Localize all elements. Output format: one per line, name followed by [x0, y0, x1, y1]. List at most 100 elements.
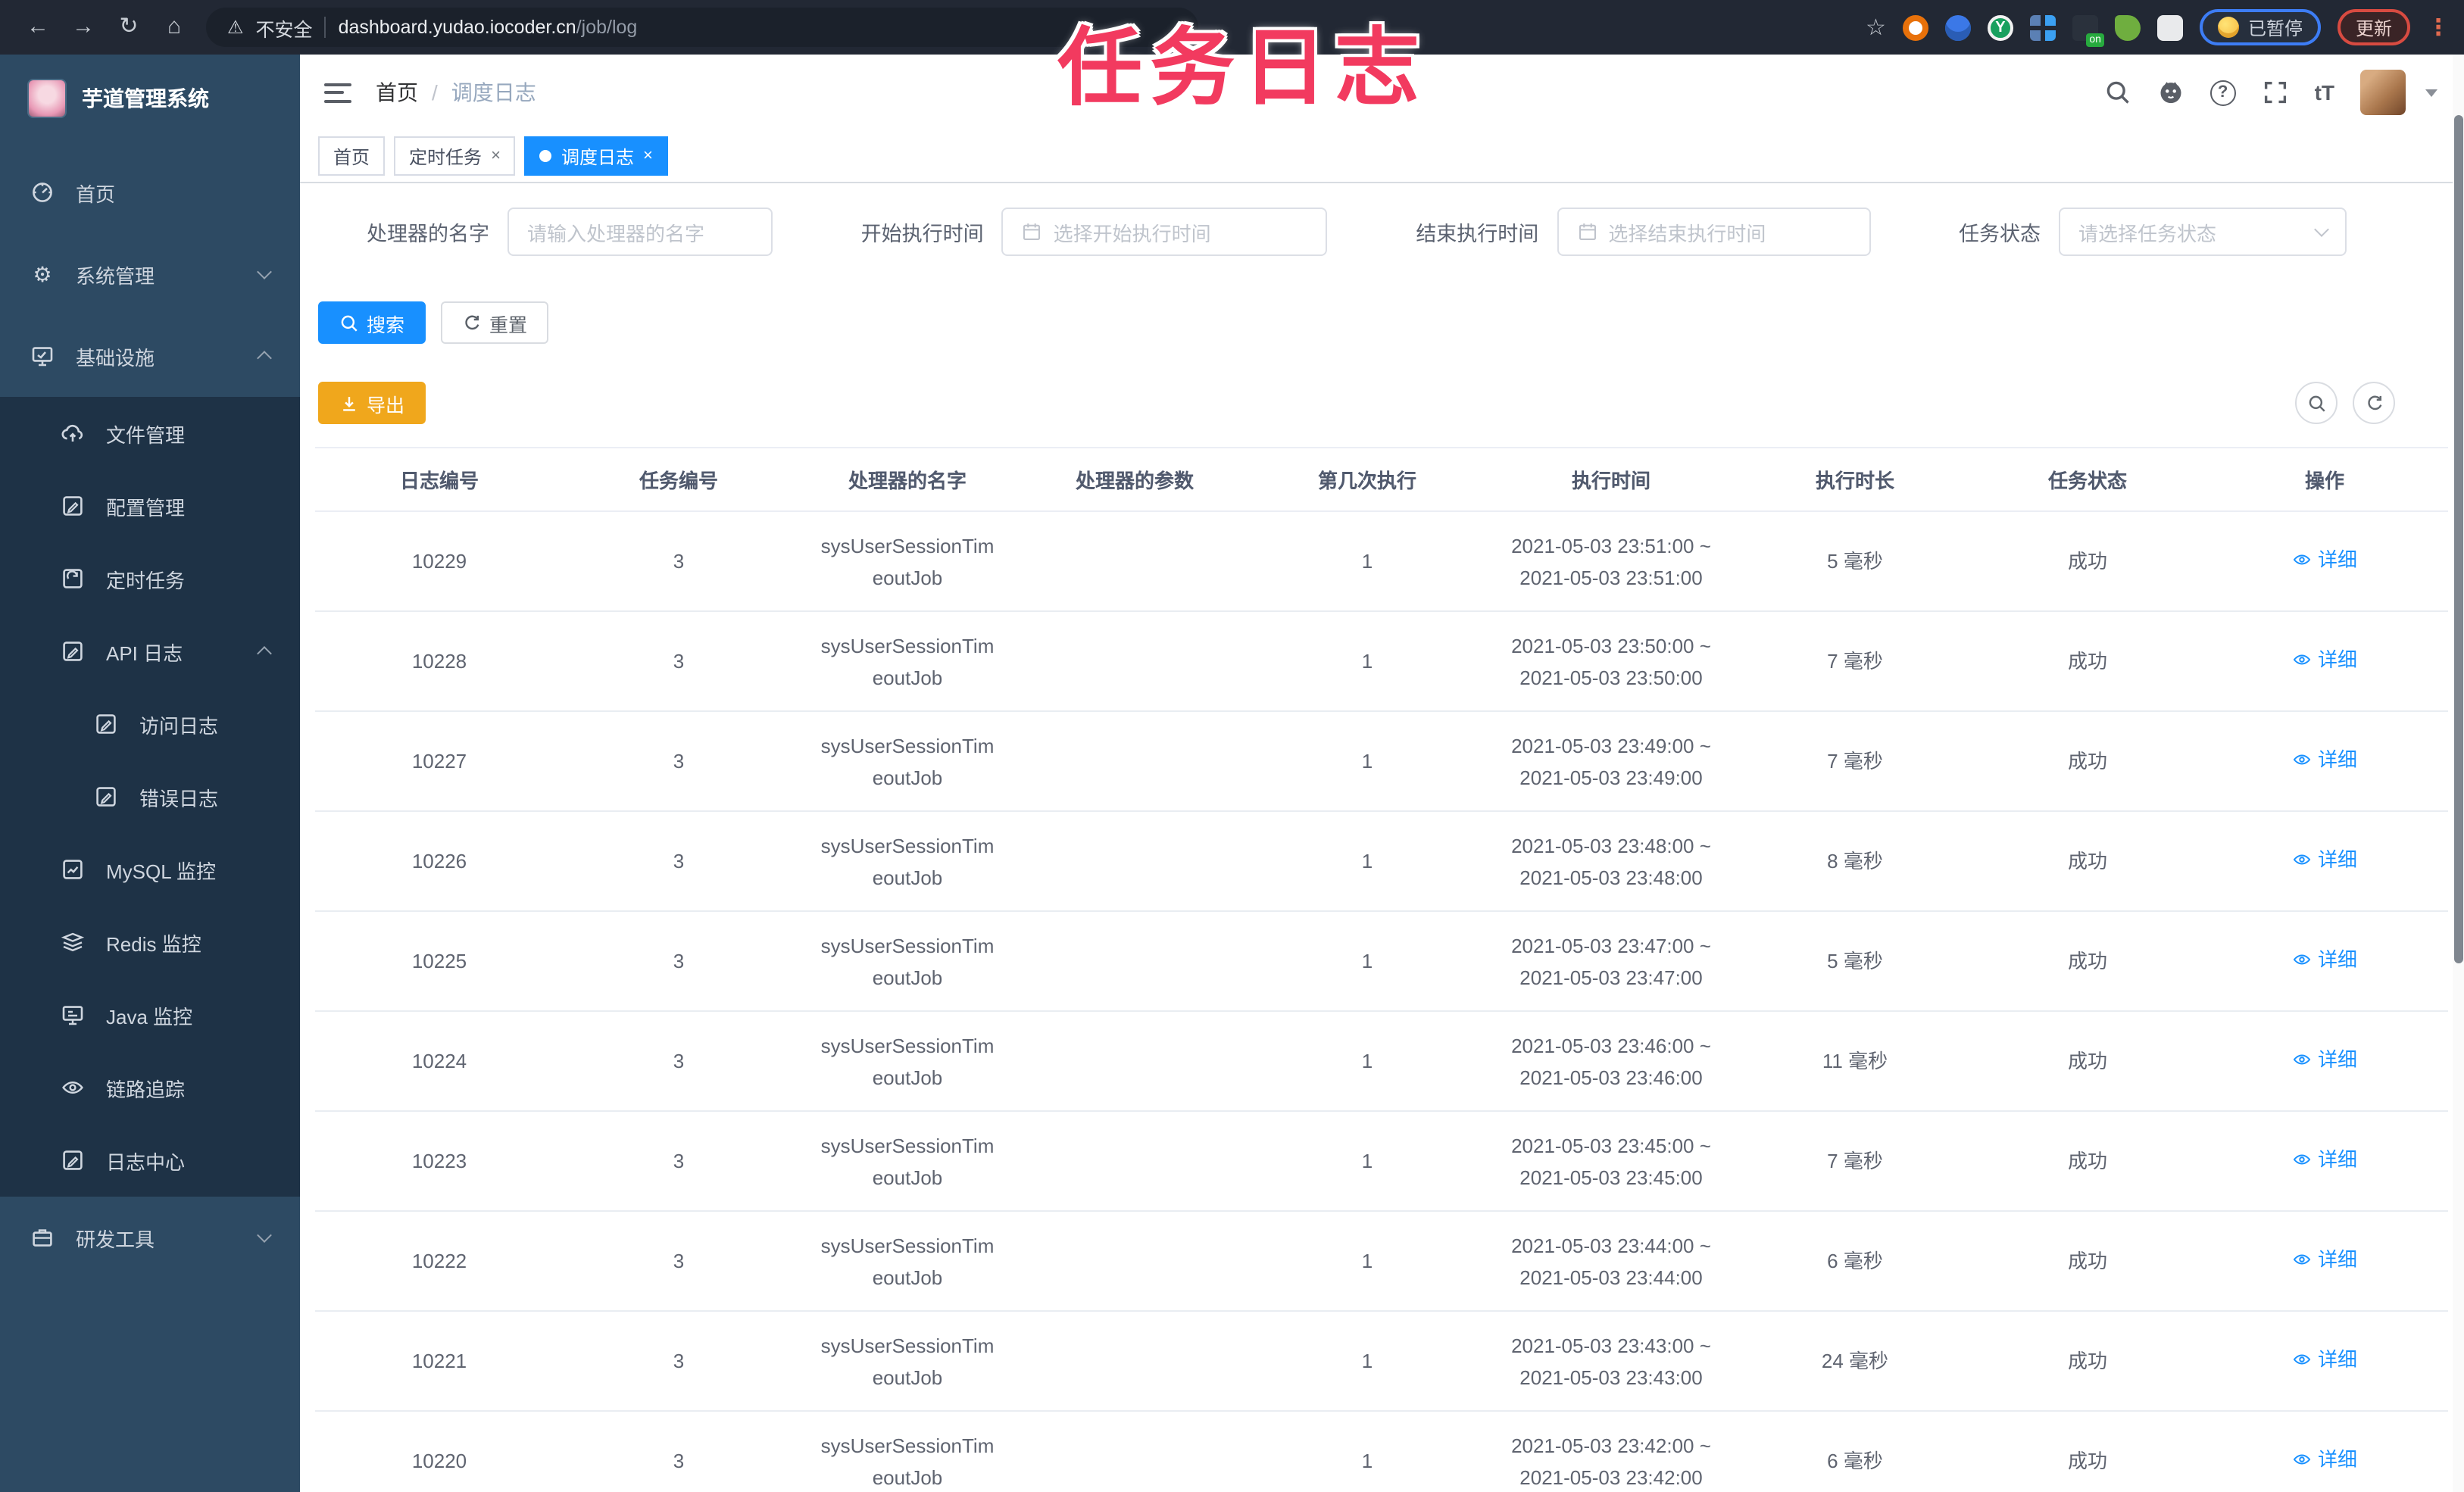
- cell-duration: 7 毫秒: [1736, 1111, 1974, 1212]
- job-status-label: 任务状态: [1958, 223, 2041, 245]
- cell-log-id: 10225: [315, 911, 564, 1012]
- cell-log-id: 10221: [315, 1311, 564, 1412]
- eye-icon: [2292, 750, 2312, 769]
- caret-down-icon[interactable]: [2425, 89, 2437, 96]
- cell-status: 成功: [1974, 1411, 2201, 1492]
- cell-status: 成功: [1974, 1011, 2201, 1112]
- sidebar-item-java-monitor[interactable]: Java 监控: [0, 979, 300, 1051]
- extension-icon-pin[interactable]: [1944, 14, 1971, 40]
- cell-execute-index: 1: [1248, 1411, 1486, 1492]
- extension-icon-switch[interactable]: on: [2072, 14, 2104, 46]
- refresh-icon: [2364, 393, 2384, 413]
- detail-link[interactable]: 详细: [2292, 644, 2357, 676]
- cell-execute-time: 2021-05-03 23:44:00 ~ 2021-05-03 23:44:0…: [1486, 1211, 1736, 1312]
- sidebar-item-scheduled-jobs[interactable]: 定时任务: [0, 542, 300, 615]
- close-icon[interactable]: ×: [643, 147, 653, 165]
- sidebar-item-config-manage[interactable]: 配置管理: [0, 470, 300, 542]
- cell-log-id: 10224: [315, 1011, 564, 1112]
- cell-actions: 详细: [2201, 1411, 2448, 1492]
- sidebar-item-mysql-monitor[interactable]: MySQL 监控: [0, 833, 300, 906]
- sidebar-item-trace[interactable]: 链路追踪: [0, 1051, 300, 1124]
- back-button[interactable]: ←: [15, 0, 61, 55]
- reset-button[interactable]: 重置: [441, 301, 549, 344]
- cell-job-id: 3: [564, 1011, 794, 1112]
- home-button[interactable]: ⌂: [151, 0, 197, 55]
- detail-link[interactable]: 详细: [2292, 1144, 2357, 1175]
- avatar[interactable]: [2360, 70, 2406, 115]
- sidebar-item-home[interactable]: 首页: [0, 151, 300, 233]
- cell-handler-param: [1021, 611, 1248, 712]
- end-time-input[interactable]: 选择结束执行时间: [1557, 208, 1871, 256]
- cell-handler-param: [1021, 1211, 1248, 1312]
- detail-link[interactable]: 详细: [2292, 1044, 2357, 1075]
- monitor-icon: [30, 344, 55, 368]
- toggle-search-button[interactable]: [2295, 382, 2338, 424]
- forward-button[interactable]: →: [61, 0, 106, 55]
- cell-handler-param: [1021, 1011, 1248, 1112]
- search-icon[interactable]: [2104, 79, 2131, 106]
- handler-name-label: 处理器的名字: [367, 223, 489, 245]
- chrome-update-button[interactable]: 更新: [2337, 9, 2410, 45]
- sidebar-item-dev-tools[interactable]: 研发工具: [0, 1197, 300, 1278]
- begin-time-label: 开始执行时间: [860, 223, 984, 245]
- reload-button[interactable]: ↻: [106, 0, 151, 55]
- detail-link[interactable]: 详细: [2292, 744, 2357, 776]
- sidebar-item-api-log[interactable]: API 日志: [0, 615, 300, 688]
- tag-scheduled-jobs[interactable]: 定时任务 ×: [394, 136, 516, 176]
- cell-execute-index: 1: [1248, 811, 1486, 912]
- help-icon[interactable]: ?: [2209, 80, 2236, 105]
- end-time-placeholder: 选择结束执行时间: [1608, 222, 1766, 245]
- cell-handler-name: sysUserSessionTim eoutJob: [794, 1311, 1021, 1412]
- sidebar-item-access-log[interactable]: 访问日志: [0, 688, 300, 760]
- detail-link[interactable]: 详细: [2292, 1344, 2357, 1375]
- breadcrumb-home[interactable]: 首页: [376, 77, 418, 108]
- profile-emoji-icon: [2217, 17, 2239, 38]
- browser-menu-icon[interactable]: ⋮: [2427, 14, 2450, 41]
- extension-icon-ring[interactable]: [1902, 14, 1928, 40]
- github-icon[interactable]: [2157, 79, 2184, 106]
- sidebar-item-error-log[interactable]: 错误日志: [0, 760, 300, 833]
- extension-icon-grid[interactable]: [2029, 14, 2056, 40]
- app-logo-row[interactable]: 芋道管理系统: [0, 55, 300, 139]
- extension-icon-y[interactable]: Y: [1987, 14, 2013, 40]
- font-size-icon[interactable]: tT: [2315, 80, 2334, 105]
- log-icon: [61, 1148, 85, 1172]
- chart-icon: [61, 857, 85, 882]
- refresh-icon: [462, 313, 482, 332]
- detail-link[interactable]: 详细: [2292, 1444, 2357, 1475]
- sidebar-item-infra[interactable]: 基础设施: [0, 315, 300, 397]
- detail-link[interactable]: 详细: [2292, 944, 2357, 975]
- profile-paused-button[interactable]: 已暂停: [2199, 9, 2321, 45]
- tag-home[interactable]: 首页: [318, 136, 386, 176]
- search-button[interactable]: 搜索: [318, 301, 426, 344]
- cell-job-id: 3: [564, 1411, 794, 1492]
- detail-link[interactable]: 详细: [2292, 844, 2357, 876]
- fullscreen-icon[interactable]: [2262, 79, 2289, 106]
- sidebar-item-file-manage[interactable]: 文件管理: [0, 397, 300, 470]
- extension-on-badge: on: [2086, 33, 2104, 46]
- eye-icon: [61, 1075, 85, 1100]
- table-row: 10228 3 sysUserSessionTim eoutJob 1 2021…: [315, 611, 2448, 712]
- sidebar-item-system[interactable]: ⚙ 系统管理: [0, 233, 300, 315]
- sidebar-item-redis-monitor[interactable]: Redis 监控: [0, 906, 300, 979]
- begin-time-input[interactable]: 选择开始执行时间: [1001, 208, 1328, 256]
- close-icon[interactable]: ×: [491, 147, 501, 165]
- sidebar-submenu-infra: 文件管理 配置管理 定时任务 API 日志 访问日志 错误日志 MySQL 监控…: [0, 397, 300, 1197]
- handler-name-input[interactable]: 请输入处理器的名字: [507, 208, 773, 256]
- cell-execute-index: 1: [1248, 911, 1486, 1012]
- job-status-select[interactable]: 请选择任务状态: [2058, 208, 2347, 256]
- scrollbar-thumb[interactable]: [2454, 115, 2463, 963]
- export-button[interactable]: 导出: [318, 382, 426, 424]
- tag-job-log[interactable]: 调度日志 ×: [524, 136, 668, 176]
- cell-job-id: 3: [564, 511, 794, 612]
- extensions-puzzle-icon[interactable]: [2156, 14, 2183, 40]
- hamburger-icon[interactable]: [324, 83, 351, 102]
- address-bar[interactable]: ⚠ 不安全 dashboard.yudao.iocoder.cn/job/log: [206, 8, 1198, 47]
- refresh-table-button[interactable]: [2353, 382, 2395, 424]
- detail-link[interactable]: 详细: [2292, 544, 2357, 576]
- col-handler-param: 处理器的参数: [1021, 447, 1248, 512]
- detail-link[interactable]: 详细: [2292, 1244, 2357, 1275]
- bookmark-star-icon[interactable]: ☆: [1866, 14, 1886, 41]
- sidebar-item-log-center[interactable]: 日志中心: [0, 1124, 300, 1197]
- extension-icon-leaf[interactable]: [2114, 14, 2141, 40]
